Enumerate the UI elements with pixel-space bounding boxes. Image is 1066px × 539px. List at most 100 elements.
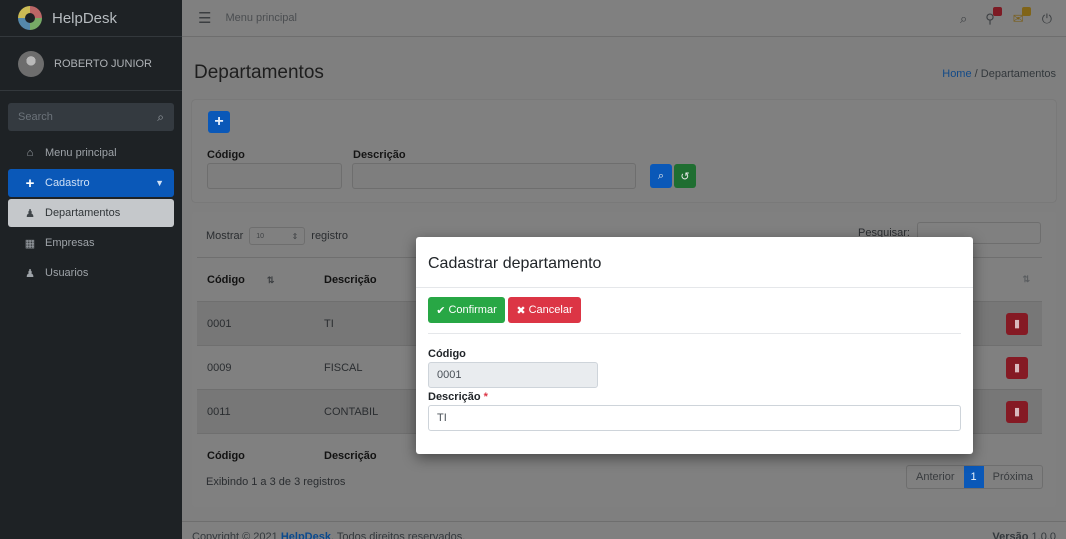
chevron-down-icon: ▼: [155, 178, 164, 188]
modal-codigo-input[interactable]: 0001: [428, 362, 598, 388]
sidebar-item-menu-principal[interactable]: ⌂ Menu principal: [8, 139, 174, 167]
search-icon[interactable]: ⌕: [157, 110, 164, 125]
sidebar-search-placeholder: Search: [18, 111, 53, 123]
cell-descricao: TI: [314, 301, 404, 346]
trash-icon: ▮: [1013, 362, 1021, 374]
delete-button[interactable]: ▮: [1006, 312, 1028, 335]
notification-badge: [992, 6, 1002, 16]
column-header-actions[interactable]: ⇅: [984, 257, 1042, 302]
cell-descricao: CONTABIL: [314, 389, 404, 434]
trash-icon: ▮: [1013, 318, 1021, 330]
pagination-next[interactable]: Próxima: [984, 466, 1042, 488]
sidebar-search-input[interactable]: Search ⌕: [8, 103, 174, 131]
sidebar-item-label: Empresas: [45, 237, 95, 249]
sidebar-item-label: Usuarios: [45, 267, 89, 279]
modal-descricao-input[interactable]: TI: [428, 405, 961, 431]
search-icon[interactable]: ⌕: [960, 11, 967, 27]
pagination: Anterior 1 Próxima: [906, 465, 1043, 489]
select-arrows-icon: ⇕: [291, 231, 299, 241]
descricao-label-text: Descrição: [428, 391, 481, 403]
sidebar-item-cadastro[interactable]: + Cadastro ▼: [8, 169, 174, 197]
avatar: [18, 50, 44, 77]
breadcrumb: Home / Departamentos: [942, 68, 1056, 80]
sidebar-item-usuarios[interactable]: ♟ Usuarios: [8, 259, 174, 287]
users-icon: ♟: [25, 207, 35, 220]
cell-actions: ▮: [984, 301, 1042, 346]
pagination-current-page[interactable]: 1: [963, 466, 984, 488]
cancel-label: Cancelar: [528, 304, 573, 316]
notifications-button[interactable]: ⚲: [985, 6, 1002, 27]
sidebar-item-label: Departamentos: [45, 207, 121, 219]
filter-reset-button[interactable]: ↺: [674, 164, 696, 188]
sidebar-item-departamentos[interactable]: ♟ Departamentos: [8, 199, 174, 227]
filter-codigo-label: Código: [207, 149, 245, 161]
sidebar-item-empresas[interactable]: ▦ Empresas: [8, 229, 174, 257]
cell-actions: ▮: [984, 389, 1042, 434]
helpdesk-logo-icon: [18, 6, 42, 30]
page-size-control: Mostrar 10 ⇕ registro: [206, 227, 348, 245]
register-department-modal: Cadastrar departamento ✔ Confirmar ✖ Can…: [416, 237, 973, 454]
breadcrumb-home-link[interactable]: Home: [942, 68, 971, 80]
footer-version: Versão 1.0.0: [992, 531, 1056, 539]
version-label: Versão: [992, 531, 1029, 539]
show-label: Mostrar: [206, 230, 244, 242]
sidebar-item-label: Menu principal: [45, 147, 117, 159]
modal-divider: [428, 333, 961, 334]
power-icon[interactable]: ⏻: [1042, 11, 1052, 27]
home-icon: ⌂: [26, 147, 34, 159]
filter-codigo-input[interactable]: [207, 163, 342, 189]
footer-header-descricao: Descrição: [314, 433, 404, 478]
page-size-value: 10: [256, 232, 265, 240]
user-panel[interactable]: ROBERTO JUNIOR: [0, 37, 182, 91]
filter-descricao-label: Descrição: [353, 149, 406, 161]
records-label: registro: [311, 230, 348, 242]
sort-icon: ⇅: [266, 274, 275, 285]
column-header-codigo[interactable]: Código ⇅: [197, 257, 314, 302]
building-icon: ▦: [24, 237, 36, 250]
breadcrumb-current: Departamentos: [980, 68, 1056, 80]
trash-icon: ▮: [1013, 406, 1021, 418]
delete-button[interactable]: ▮: [1006, 356, 1028, 379]
modal-title: Cadastrar departamento: [428, 255, 602, 272]
breadcrumb-separator: /: [974, 68, 978, 80]
topbar-menu-link[interactable]: Menu principal: [225, 12, 297, 24]
required-marker: *: [483, 391, 488, 403]
column-header-descricao[interactable]: Descrição: [314, 257, 404, 302]
cancel-button[interactable]: ✖ Cancelar: [508, 297, 581, 323]
topbar-icons: ⌕ ⚲ ✉ ⏻: [960, 0, 1052, 37]
user-plus-icon: ♟: [25, 267, 35, 280]
app: HelpDesk ROBERTO JUNIOR Search ⌕ ⌂ Menu …: [0, 0, 1066, 539]
confirm-label: Confirmar: [448, 304, 497, 316]
brand-name: HelpDesk: [52, 9, 118, 27]
brand[interactable]: HelpDesk: [0, 0, 182, 37]
sidebar-item-label: Cadastro: [45, 177, 90, 189]
search-icon: ⌕: [657, 169, 665, 182]
message-badge: [1021, 6, 1031, 16]
filter-descricao-input[interactable]: [352, 163, 636, 189]
table-info: Exibindo 1 a 3 de 3 registros: [206, 476, 346, 488]
filter-search-button[interactable]: ⌕: [650, 164, 672, 188]
pagination-prev[interactable]: Anterior: [907, 466, 964, 488]
version-number: 1.0.0: [1031, 531, 1056, 539]
delete-button[interactable]: ▮: [1006, 400, 1028, 423]
footer-brand-link[interactable]: HelpDesk: [281, 531, 331, 539]
times-circle-icon: ✖: [516, 304, 526, 317]
footer-rights: . Todos direitos reservados.: [330, 531, 466, 539]
add-button[interactable]: +: [208, 111, 230, 133]
page-title: Departamentos: [194, 62, 324, 83]
page-size-select[interactable]: 10 ⇕: [249, 227, 306, 245]
hamburger-menu-icon[interactable]: ☰: [198, 9, 211, 27]
content-header: Departamentos Home / Departamentos: [182, 38, 1066, 98]
cell-descricao: FISCAL: [314, 345, 404, 390]
cell-actions: ▮: [984, 345, 1042, 390]
confirm-button[interactable]: ✔ Confirmar: [428, 297, 505, 323]
sidebar: HelpDesk ROBERTO JUNIOR Search ⌕ ⌂ Menu …: [0, 0, 182, 539]
modal-divider: [416, 287, 973, 288]
messages-button[interactable]: ✉: [1013, 6, 1031, 27]
cell-codigo: 0011: [197, 389, 314, 434]
modal-codigo-label: Código: [428, 348, 466, 360]
modal-descricao-label: Descrição *: [428, 391, 488, 403]
cell-codigo: 0009: [197, 345, 314, 390]
page-footer: Copyright © 2021 HelpDesk. Todos direito…: [182, 521, 1066, 539]
column-header-label: Código: [207, 273, 245, 286]
